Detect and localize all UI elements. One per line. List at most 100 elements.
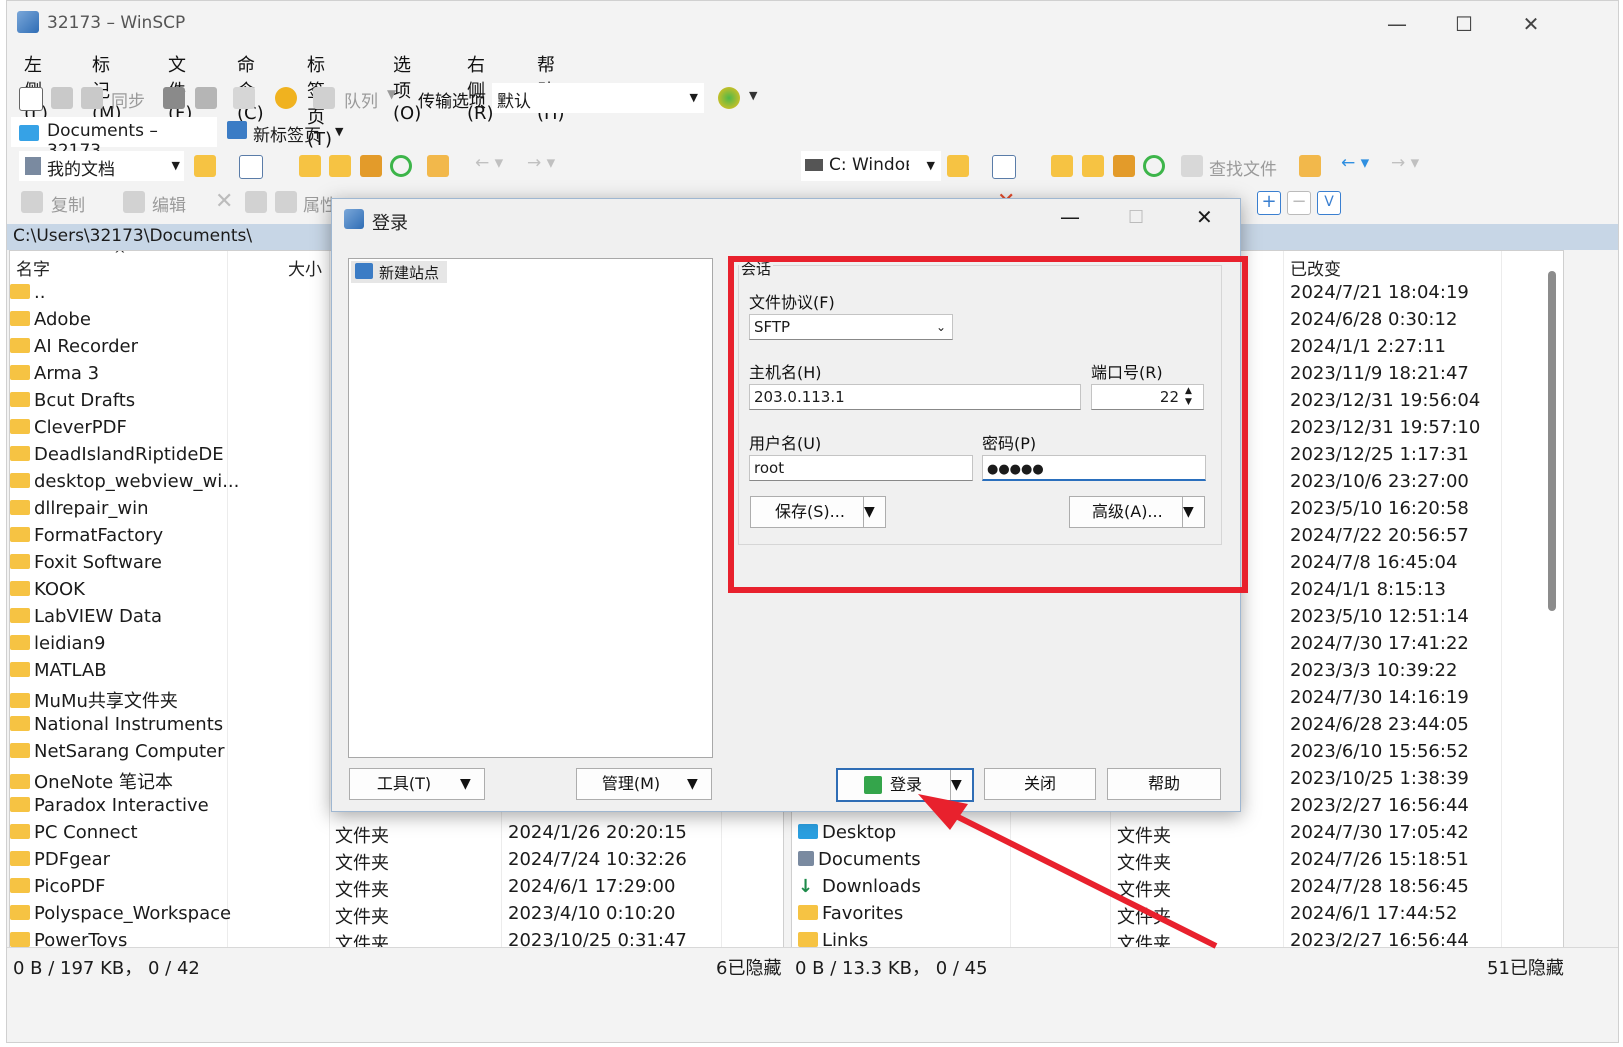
- list-item[interactable]: Bcut Drafts: [10, 390, 135, 417]
- list-item[interactable]: MuMu共享文件夹: [10, 687, 178, 714]
- login-dropdown-icon[interactable]: ▼: [950, 770, 971, 800]
- list-item[interactable]: National Instruments: [10, 714, 223, 741]
- manage-button[interactable]: 管理(M) ▼: [576, 768, 712, 800]
- refresh-disabled-icon[interactable]: [233, 87, 255, 109]
- scrollbar[interactable]: [1548, 271, 1556, 611]
- putty-icon[interactable]: [195, 87, 217, 109]
- list-item[interactable]: Foxit Software: [10, 552, 162, 579]
- list-item[interactable]: OneNote 笔记本: [10, 768, 173, 795]
- select-icon[interactable]: V: [1317, 191, 1341, 215]
- right-location-select[interactable]: C: Windoв ▼: [801, 151, 941, 181]
- list-item[interactable]: ↓ Downloads: [798, 876, 921, 903]
- list-item[interactable]: Favorites: [798, 903, 903, 930]
- left-location-select[interactable]: 我的文档 ▼: [19, 151, 184, 181]
- list-item[interactable]: MATLAB: [10, 660, 107, 687]
- chevron-down-icon: ▼: [687, 776, 698, 792]
- preferences-gear-icon[interactable]: [275, 87, 297, 109]
- maximize-icon[interactable]: ☐: [1444, 9, 1484, 39]
- list-item[interactable]: Paradox Interactive: [10, 795, 209, 822]
- left-path[interactable]: C:\Users\32173\Documents\: [13, 226, 252, 246]
- list-item[interactable]: ..: [10, 282, 45, 309]
- site-list[interactable]: 新建站点: [348, 258, 713, 758]
- tab-new[interactable]: 新标签页 ▼: [223, 117, 363, 147]
- folder-icon: [798, 932, 818, 947]
- delete-icon[interactable]: ✕: [215, 189, 233, 214]
- sync-button[interactable]: 同步: [111, 87, 145, 112]
- column-size[interactable]: 大小: [288, 255, 322, 280]
- list-item[interactable]: KOOK: [10, 579, 85, 606]
- maximize-icon[interactable]: ☐: [1128, 207, 1144, 228]
- login-button[interactable]: 登录 ▼: [836, 768, 974, 802]
- list-item[interactable]: CleverPDF: [10, 417, 127, 444]
- help-button[interactable]: 帮助: [1107, 768, 1221, 800]
- root-folder-icon[interactable]: [1082, 155, 1104, 177]
- list-item[interactable]: PowerToys 文件夹 2023/10/25 0:31:47: [10, 930, 780, 947]
- list-item[interactable]: Links: [798, 930, 868, 947]
- date-cell: 2023/11/9 18:21:47: [1290, 363, 1469, 384]
- home-icon[interactable]: [1113, 155, 1135, 177]
- transfer-preset-select[interactable]: 默认 ▼: [492, 83, 704, 113]
- home-icon[interactable]: [360, 155, 382, 177]
- open-folder-icon[interactable]: [194, 155, 216, 177]
- sync-browse-icon[interactable]: [51, 87, 73, 109]
- list-item[interactable]: desktop_webview_wi...: [10, 471, 239, 498]
- queue-dropdown-icon[interactable]: ▼: [387, 87, 396, 101]
- add-icon[interactable]: +: [1257, 191, 1281, 215]
- list-item[interactable]: Desktop: [798, 822, 896, 849]
- compare-icon[interactable]: [19, 87, 43, 111]
- list-item[interactable]: dllrepair_win: [10, 498, 149, 525]
- list-item[interactable]: PicoPDF 文件夹 2024/6/1 17:29:00: [10, 876, 780, 903]
- rename-icon[interactable]: [245, 191, 267, 213]
- minimize-icon[interactable]: —: [1060, 205, 1080, 229]
- parent-folder-icon[interactable]: [1051, 155, 1073, 177]
- column-name[interactable]: 名字: [16, 255, 50, 280]
- list-item[interactable]: leidian9: [10, 633, 105, 660]
- back-icon[interactable]: ← ▾: [1341, 153, 1369, 173]
- console-icon[interactable]: [163, 87, 185, 109]
- open-folder-icon[interactable]: [947, 155, 969, 177]
- close-icon[interactable]: ✕: [1196, 205, 1213, 229]
- transfer-settings-dropdown-icon[interactable]: ▼: [749, 89, 757, 102]
- root-folder-icon[interactable]: [329, 155, 351, 177]
- close-icon[interactable]: ✕: [1511, 9, 1551, 39]
- refresh-icon[interactable]: [390, 155, 412, 177]
- filter-icon[interactable]: [992, 155, 1016, 179]
- tab-documents[interactable]: Documents – 32173: [11, 117, 217, 161]
- list-item[interactable]: PDFgear 文件夹 2024/7/24 10:32:26: [10, 849, 780, 876]
- forward-icon[interactable]: → ▾: [1391, 153, 1419, 173]
- filter-icon[interactable]: [239, 155, 263, 179]
- list-item[interactable]: Arma 3: [10, 363, 99, 390]
- list-item[interactable]: FormatFactory: [10, 525, 163, 552]
- list-item[interactable]: PC Connect 文件夹 2024/1/26 20:20:15: [10, 822, 780, 849]
- tree-icon[interactable]: [427, 155, 449, 177]
- list-item[interactable]: Adobe: [10, 309, 91, 336]
- edit-icon[interactable]: [123, 191, 145, 213]
- transfer-settings-icon[interactable]: [718, 87, 740, 109]
- minimize-icon[interactable]: —: [1377, 9, 1417, 39]
- list-item[interactable]: Documents: [798, 849, 921, 876]
- edit-button[interactable]: 编辑: [152, 191, 186, 216]
- remove-icon[interactable]: −: [1287, 191, 1311, 215]
- list-item[interactable]: LabVIEW Data: [10, 606, 162, 633]
- queue-button[interactable]: 队列: [344, 87, 378, 112]
- properties-icon[interactable]: [275, 191, 297, 213]
- close-button[interactable]: 关闭: [984, 768, 1096, 800]
- sync-folder-icon[interactable]: [81, 87, 103, 109]
- back-icon[interactable]: ← ▾: [475, 153, 503, 173]
- find-files-button[interactable]: 查找文件: [1209, 155, 1277, 180]
- tools-button[interactable]: 工具(T) ▼: [349, 768, 485, 800]
- queue-icon[interactable]: [313, 87, 335, 109]
- list-item[interactable]: Polyspace_Workspace 文件夹 2023/4/10 0:10:20: [10, 903, 780, 930]
- list-item[interactable]: AI Recorder: [10, 336, 138, 363]
- list-item[interactable]: NetSarang Computer: [10, 741, 225, 768]
- site-item-new[interactable]: 新建站点: [351, 261, 447, 283]
- find-files-icon[interactable]: [1181, 155, 1203, 177]
- copy-icon[interactable]: [21, 191, 43, 213]
- column-changed[interactable]: 已改变: [1290, 255, 1341, 280]
- copy-button[interactable]: 复制: [51, 191, 85, 216]
- list-item[interactable]: DeadIslandRiptideDE: [10, 444, 224, 471]
- parent-folder-icon[interactable]: [299, 155, 321, 177]
- tree-icon[interactable]: [1299, 155, 1321, 177]
- refresh-icon[interactable]: [1143, 155, 1165, 177]
- forward-icon[interactable]: → ▾: [527, 153, 555, 173]
